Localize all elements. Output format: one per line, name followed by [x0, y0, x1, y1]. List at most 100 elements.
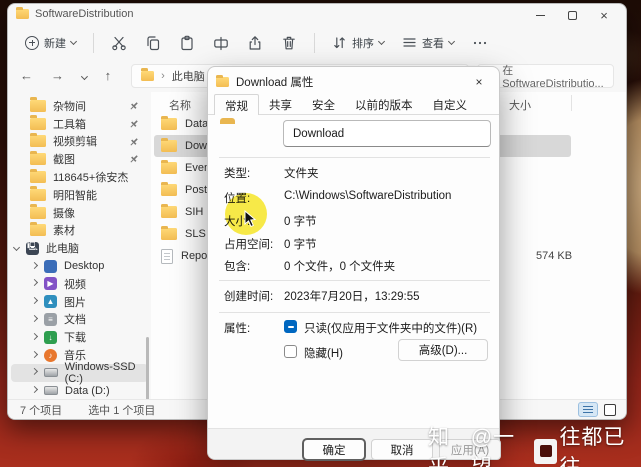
readonly-checkbox[interactable] — [284, 320, 297, 333]
delete-button[interactable] — [274, 30, 304, 56]
rename-button[interactable] — [206, 30, 236, 56]
view-button[interactable]: 查看 — [395, 30, 461, 56]
up-button[interactable]: ↑ — [105, 68, 112, 83]
sidebar-item-pinned-1[interactable]: 工具箱 — [8, 115, 151, 133]
minimize-icon — [535, 14, 545, 16]
file-size: 574 KB — [536, 250, 573, 262]
chevron-collapsed-icon[interactable] — [30, 332, 39, 340]
title-bar: SoftwareDistribution × — [8, 4, 626, 26]
sidebar-item-this-pc[interactable]: 🖳 此电脑 — [8, 239, 151, 257]
folder-name-value: Download — [293, 127, 345, 140]
folder-name-input[interactable]: Download — [283, 120, 491, 147]
folder-icon — [161, 115, 177, 130]
sidebar-item-windows-ssd[interactable]: Windows-SSD (C:) — [11, 361, 148, 385]
folder-icon — [161, 225, 177, 240]
sort-label: 排序 — [352, 37, 374, 50]
maximize-button[interactable] — [556, 4, 588, 26]
sidebar-item-videos[interactable]: ▶ 视频 — [8, 275, 151, 293]
sidebar-item-pinned-7[interactable]: 素材 — [8, 221, 151, 240]
chevron-collapsed-icon[interactable] — [30, 350, 39, 358]
pin-icon — [130, 102, 138, 110]
folder-icon — [30, 150, 46, 166]
created-label: 创建时间: — [224, 291, 274, 303]
sidebar-item-pinned-3[interactable]: 截图 — [8, 150, 151, 168]
sidebar-item-downloads[interactable]: ↓ 下载 — [8, 328, 151, 346]
chevron-collapsed-icon[interactable] — [30, 386, 39, 394]
folder-icon — [161, 159, 177, 174]
sidebar-item-label: 明阳智能 — [53, 189, 97, 202]
forward-button[interactable]: → — [51, 68, 64, 83]
sidebar-item-desktop[interactable]: Desktop — [8, 257, 151, 275]
chevron-down-icon — [377, 37, 386, 46]
trash-icon — [283, 36, 295, 49]
pin-icon — [130, 120, 138, 128]
breadcrumb-this-pc[interactable]: 此电脑 — [172, 68, 205, 84]
sidebar-item-pinned-5[interactable]: 明阳智能 — [8, 186, 151, 204]
sidebar-item-documents[interactable]: ≡ 文档 — [8, 311, 151, 329]
command-toolbar: 新建 排序 查看 — [8, 26, 626, 59]
dialog-tabs: 常规 共享 安全 以前的版本 自定义 — [214, 94, 478, 115]
chevron-collapsed-icon[interactable] — [30, 279, 39, 287]
tab-previous-versions[interactable]: 以前的版本 — [345, 94, 423, 114]
rename-icon — [214, 36, 228, 50]
sidebar-item-data-drive[interactable]: Data (D:) — [8, 382, 151, 399]
thumbnail-view-toggle[interactable] — [604, 403, 616, 416]
sidebar-item-pinned-6[interactable]: 摄像 — [8, 204, 151, 222]
chevron-collapsed-icon[interactable] — [30, 297, 39, 305]
advanced-button-label: 高级(D)... — [418, 345, 468, 357]
chevron-collapsed-icon[interactable] — [30, 368, 38, 376]
sort-icon — [334, 37, 345, 49]
sidebar-item-pinned-4[interactable]: 118645+徐安杰 — [8, 168, 151, 186]
window-tab[interactable]: SoftwareDistribution — [16, 6, 134, 20]
column-header-size[interactable]: 大小 — [509, 97, 531, 113]
properties-dialog: Download 属性 × 常规 共享 安全 以前的版本 自定义 Downloa… — [207, 66, 501, 460]
attributes-label: 属性: — [224, 323, 251, 335]
sort-button[interactable]: 排序 — [325, 30, 391, 56]
details-view-toggle[interactable] — [578, 402, 598, 417]
paste-button[interactable] — [172, 30, 202, 56]
share-button[interactable] — [240, 30, 270, 56]
sidebar-item-pinned-0[interactable]: 杂物间 — [8, 97, 151, 115]
copy-button[interactable] — [138, 30, 168, 56]
more-options-button[interactable] — [465, 30, 495, 56]
folder-icon — [216, 74, 229, 87]
tab-customize[interactable]: 自定义 — [423, 94, 478, 114]
chevron-collapsed-icon[interactable] — [30, 261, 39, 269]
divider — [219, 312, 490, 313]
type-value: 文件夹 — [284, 168, 319, 180]
minimize-button[interactable] — [524, 4, 556, 26]
close-button[interactable]: × — [588, 4, 620, 26]
pictures-icon: ▲ — [44, 295, 57, 309]
sidebar-item-label: 118645+徐安杰 — [53, 172, 129, 185]
sidebar-item-pinned-2[interactable]: 视频剪辑 — [8, 132, 151, 151]
tab-sharing[interactable]: 共享 — [259, 94, 302, 114]
chevron-collapsed-icon[interactable] — [30, 314, 39, 322]
tab-security[interactable]: 安全 — [302, 94, 345, 114]
mouse-cursor — [244, 210, 257, 228]
recent-locations-chevron[interactable] — [80, 73, 88, 80]
readonly-label: 只读(仅应用于文件夹中的文件)(R) — [304, 323, 478, 335]
ok-button[interactable]: 确定 — [303, 439, 365, 460]
dialog-title: Download 属性 — [236, 77, 314, 89]
hidden-checkbox[interactable] — [284, 345, 297, 358]
advanced-button[interactable]: 高级(D)... — [398, 339, 488, 361]
column-header-name[interactable]: 名称 — [169, 97, 191, 113]
tab-general[interactable]: 常规 — [214, 94, 259, 115]
breadcrumb-separator: › — [161, 69, 165, 82]
new-button[interactable]: 新建 — [18, 30, 83, 56]
cancel-button[interactable]: 取消 — [371, 439, 433, 460]
column-divider[interactable] — [571, 95, 572, 111]
music-icon: ♪ — [44, 348, 57, 362]
view-icon — [403, 38, 416, 47]
paste-icon — [181, 35, 193, 50]
back-button[interactable]: ← — [20, 68, 33, 83]
sidebar-scrollbar[interactable] — [146, 337, 149, 399]
sidebar-item-pictures[interactable]: ▲ 图片 — [8, 293, 151, 311]
cut-button[interactable] — [104, 30, 134, 56]
window-title: SoftwareDistribution — [35, 8, 134, 20]
toolbar-divider — [314, 32, 315, 53]
chevron-expanded-icon[interactable] — [12, 243, 21, 251]
dialog-close-button[interactable]: × — [467, 72, 491, 91]
watermark-brand: 知乎 — [428, 426, 450, 467]
document-icon — [161, 248, 173, 264]
